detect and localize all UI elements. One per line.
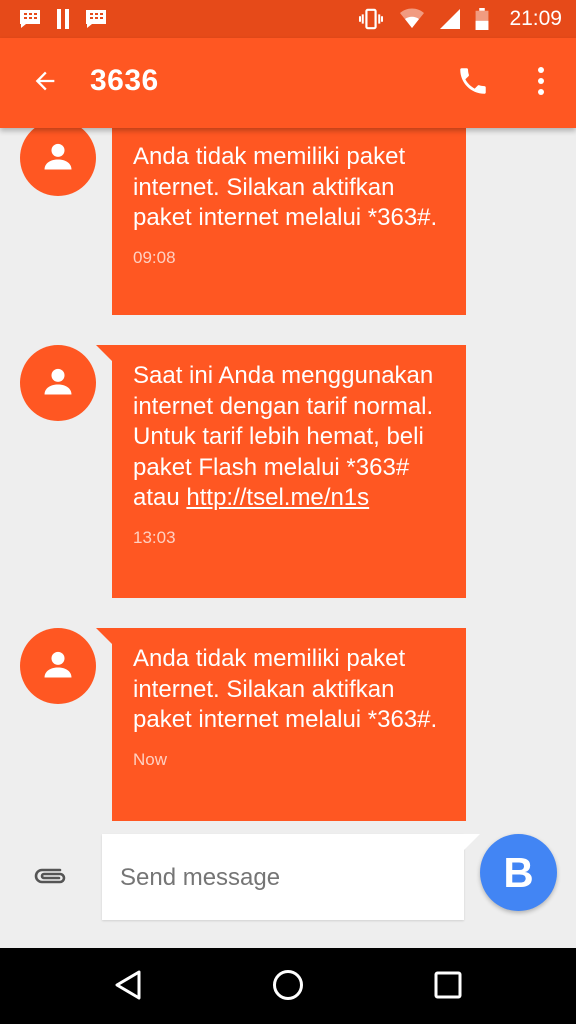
wifi-icon <box>399 8 425 30</box>
person-icon <box>41 364 75 403</box>
arrow-back-icon <box>31 67 59 100</box>
status-bar: 21:09 <box>0 0 576 38</box>
status-left-icons <box>18 8 122 30</box>
message-input[interactable]: Send message <box>102 834 464 920</box>
message-text: Anda tidak memiliki paket internet. Sila… <box>133 143 438 231</box>
navigation-bar <box>0 948 576 1024</box>
send-button[interactable]: B <box>480 834 557 911</box>
paperclip-icon <box>33 866 69 891</box>
recents-square-icon <box>434 971 462 1004</box>
person-icon <box>41 139 75 178</box>
attach-button[interactable] <box>28 860 74 896</box>
message-bubble[interactable]: Anda tidak memiliki paket internet. Sila… <box>112 628 466 821</box>
back-button[interactable] <box>22 60 68 106</box>
nav-home-button[interactable] <box>263 962 313 1012</box>
home-circle-icon <box>272 969 304 1006</box>
avatar[interactable] <box>20 128 96 196</box>
bubble-tail <box>96 345 112 361</box>
more-vert-icon <box>536 66 546 101</box>
compose-bar: Send message B <box>0 830 576 948</box>
message-text: Saat ini Anda menggunakan internet denga… <box>133 361 446 514</box>
vibrate-icon <box>357 8 385 30</box>
app-bar: 3636 <box>0 38 576 128</box>
conversation-title: 3636 <box>90 64 159 97</box>
message-input-placeholder: Send message <box>120 864 281 891</box>
signal-icon <box>439 8 461 30</box>
bubble-tail <box>96 628 112 644</box>
message-bubble[interactable]: Anda tidak memiliki paket internet. Sila… <box>112 128 466 315</box>
back-triangle-icon <box>113 969 143 1006</box>
pause-icon <box>56 8 70 30</box>
call-button[interactable] <box>450 60 496 106</box>
bbm-icon <box>84 8 108 30</box>
avatar[interactable] <box>20 628 96 704</box>
battery-icon <box>475 8 489 30</box>
bbm-icon <box>18 8 42 30</box>
message-time: 13:03 <box>133 527 176 547</box>
nav-recents-button[interactable] <box>423 962 473 1012</box>
nav-back-button[interactable] <box>103 962 153 1012</box>
more-options-button[interactable] <box>518 60 564 106</box>
message-link[interactable]: http://tsel.me/n1s <box>186 484 369 511</box>
message-time: Now <box>133 749 168 769</box>
phone-icon <box>456 64 490 103</box>
avatar[interactable] <box>20 345 96 421</box>
message-time: 09:08 <box>133 247 176 267</box>
status-time: 21:09 <box>509 7 562 30</box>
person-icon <box>41 647 75 686</box>
message-bubble[interactable]: Saat ini Anda menggunakan internet denga… <box>112 345 466 598</box>
input-tail <box>464 834 480 850</box>
message-list[interactable]: Anda tidak memiliki paket internet. Sila… <box>0 128 576 830</box>
status-right-icons: 21:09 <box>357 6 562 32</box>
message-text: Anda tidak memiliki paket internet. Sila… <box>133 645 438 733</box>
